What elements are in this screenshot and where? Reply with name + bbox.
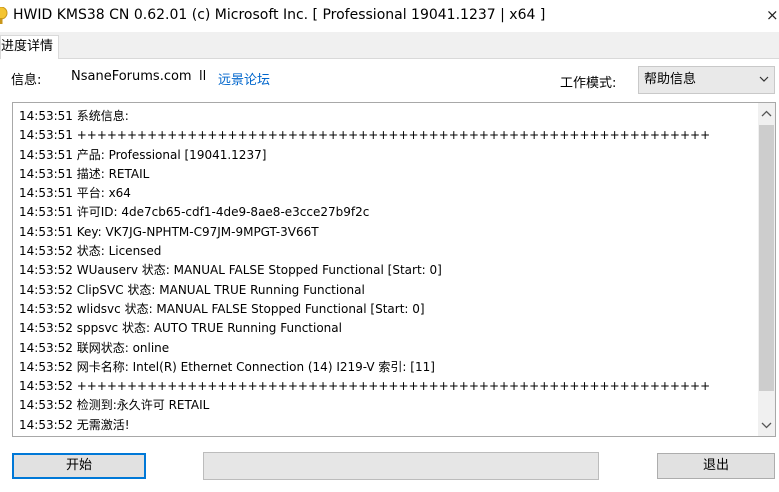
log-textbox[interactable]: 14:53:51 系统信息: 14:53:51 +++++++++++++++++… <box>12 102 776 437</box>
log-line: 14:53:52 wlidsvc 状态: MANUAL FALSE Stoppe… <box>19 301 425 316</box>
chevron-down-icon <box>759 76 769 82</box>
log-line: 14:53:51 平台: x64 <box>19 186 131 201</box>
mode-dropdown[interactable]: 帮助信息 <box>638 66 775 94</box>
info-separator: ll <box>199 69 207 84</box>
tab-progress-details[interactable]: 进度详情 <box>0 35 59 59</box>
close-button[interactable]: × <box>766 6 779 24</box>
log-line: 14:53:52 检测到:永久许可 RETAIL <box>19 398 210 413</box>
log-line: 14:53:52 ClipSVC 状态: MANUAL TRUE Running… <box>19 282 365 297</box>
log-line: 14:53:51 +++++++++++++++++++++++++++++++… <box>19 128 711 143</box>
log-line: 14:53:52 sppsvc 状态: AUTO TRUE Running Fu… <box>19 321 342 336</box>
mode-label: 工作模式: <box>560 76 617 91</box>
tab-strip: 进度详情 <box>0 32 779 59</box>
log-scrollbar[interactable] <box>758 103 775 436</box>
log-line: 14:53:52 无需激活! <box>19 417 130 432</box>
window-title: HWID KMS38 CN 0.62.01 (c) Microsoft Inc.… <box>13 7 546 23</box>
log-line: 14:53:52 状态: Licensed <box>19 244 162 259</box>
log-line: 14:53:51 描述: RETAIL <box>19 166 150 181</box>
log-line: 14:53:52 +++++++++++++++++++++++++++++++… <box>19 379 711 394</box>
exit-button[interactable]: 退出 <box>657 453 775 479</box>
log-line: 14:53:51 系统信息: <box>19 109 129 123</box>
key-icon <box>0 7 8 24</box>
log-line: 14:53:51 Key: VK7JG-NPHTM-C97JM-9MPGT-3V… <box>19 224 319 239</box>
forum-link[interactable]: 远景论坛 <box>218 69 270 88</box>
start-button[interactable]: 开始 <box>12 453 146 479</box>
log-line: 14:53:51 许可ID: 4de7cb65-cdf1-4de9-8ae8-e… <box>19 205 370 220</box>
scroll-up-icon[interactable] <box>758 105 775 122</box>
progress-bar <box>203 452 599 480</box>
info-site-text: NsaneForums.com <box>71 69 192 84</box>
scroll-down-icon[interactable] <box>758 417 775 434</box>
log-line: 14:53:52 WUauserv 状态: MANUAL FALSE Stopp… <box>19 263 442 278</box>
log-lines: 14:53:51 系统信息: 14:53:51 +++++++++++++++++… <box>19 107 759 435</box>
scrollbar-thumb[interactable] <box>759 125 774 391</box>
info-label: 信息: <box>11 73 42 88</box>
log-line: 14:53:52 网卡名称: Intel(R) Ethernet Connect… <box>19 359 435 374</box>
log-line: 14:53:51 产品: Professional [19041.1237] <box>19 147 267 162</box>
title-bar: HWID KMS38 CN 0.62.01 (c) Microsoft Inc.… <box>0 0 779 32</box>
mode-selected-value: 帮助信息 <box>644 72 697 87</box>
log-line: 14:53:52 联网状态: online <box>19 340 170 355</box>
